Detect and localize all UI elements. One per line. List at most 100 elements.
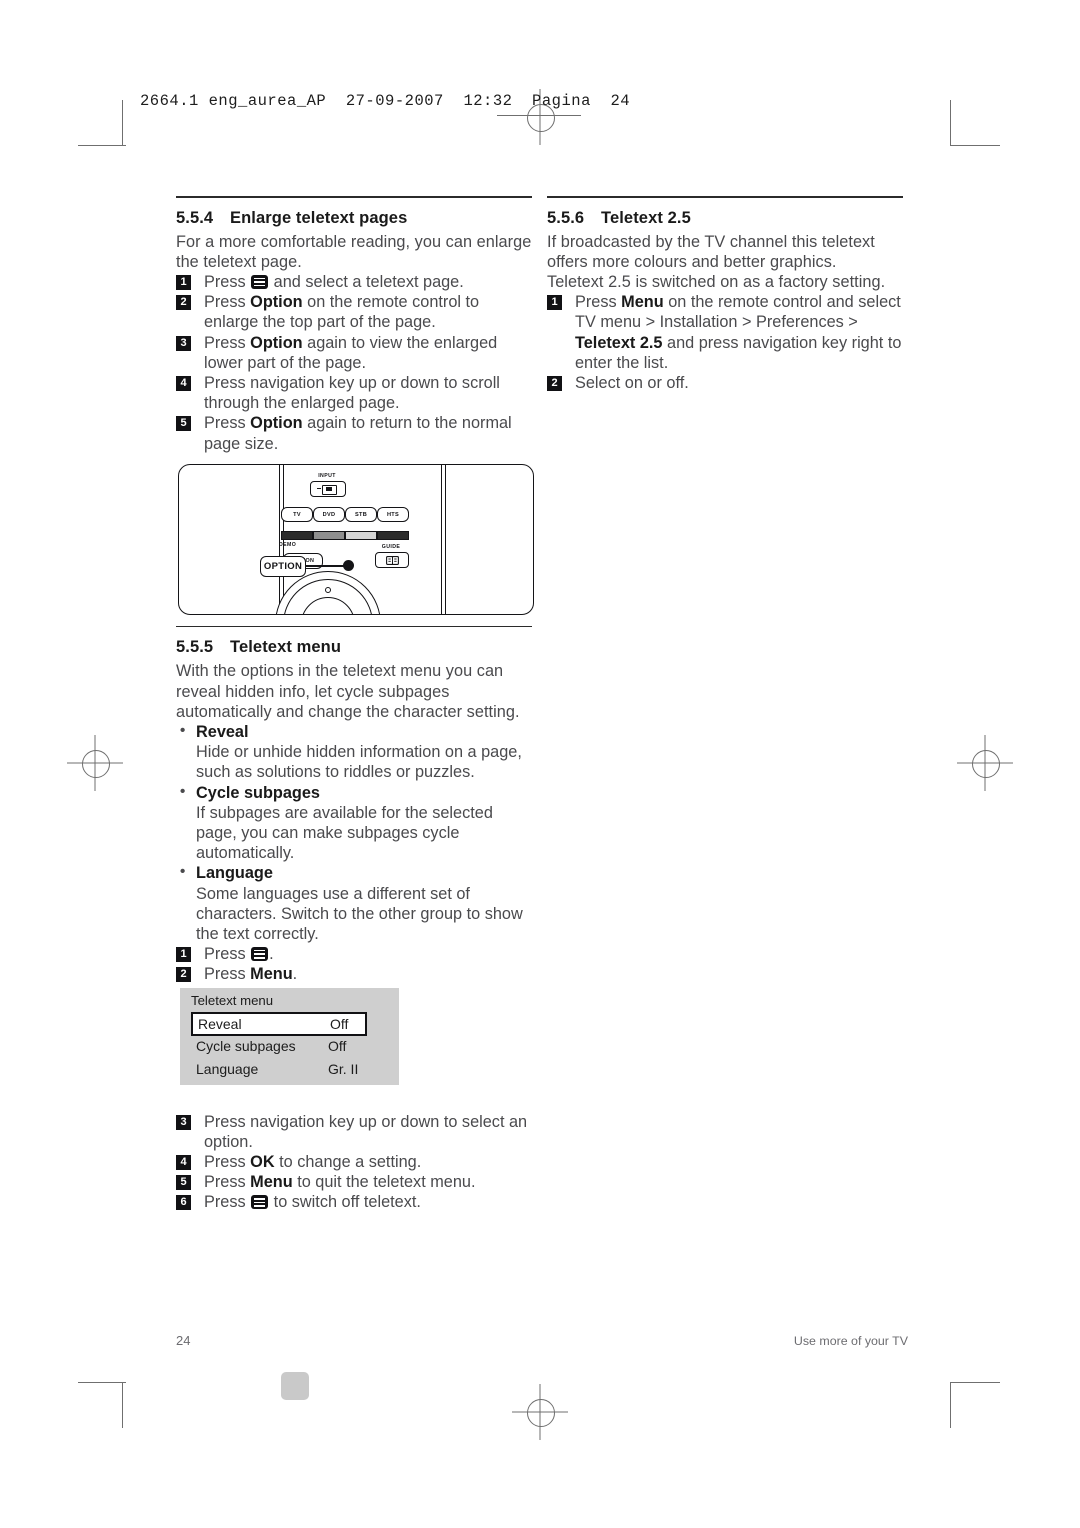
step-text-pre: Press bbox=[204, 293, 251, 312]
step-item: 1 Press and select a teletext page. bbox=[176, 272, 532, 292]
step-text-pre: Press bbox=[204, 1193, 251, 1212]
section-rule-556 bbox=[547, 196, 903, 198]
step-text-post: to change a setting. bbox=[274, 1153, 422, 1172]
osd-label: Cycle subpages bbox=[196, 1038, 296, 1054]
osd-row-language[interactable]: Language Gr. II bbox=[191, 1059, 365, 1080]
bullet-label: Reveal bbox=[176, 721, 532, 742]
guide-book-icon bbox=[385, 555, 399, 565]
demo-caption: DEMO bbox=[279, 542, 297, 548]
color-key-yellow[interactable] bbox=[345, 531, 377, 540]
remote-control-illustration: INPUT TV DVD STB HTS DEMO OPTION GUIDE bbox=[178, 464, 534, 615]
source-button-dvd[interactable]: DVD bbox=[313, 507, 345, 522]
guide-button-caption: GUIDE bbox=[381, 544, 401, 550]
step-text-post: to quit the teletext menu. bbox=[292, 1173, 476, 1192]
step-keyword: Option bbox=[250, 293, 303, 312]
step-number: 6 bbox=[176, 1195, 191, 1211]
step-number: 1 bbox=[547, 295, 562, 311]
step-item: 4 Press OK to change a setting. bbox=[176, 1152, 532, 1172]
crop-mark-top-left-vertical bbox=[122, 100, 123, 146]
callout-leader-dot bbox=[343, 560, 354, 571]
step-item: 1 Press Menu on the remote control and se… bbox=[547, 292, 903, 373]
step-text-pre: Select on or off. bbox=[575, 374, 689, 393]
osd-row-cycle-subpages[interactable]: Cycle subpages Off bbox=[191, 1036, 365, 1057]
input-source-icon bbox=[322, 484, 337, 495]
remote-divider-right-inner bbox=[441, 465, 443, 614]
teletext-icon bbox=[251, 275, 269, 289]
osd-value: Off bbox=[328, 1038, 347, 1054]
osd-row-reveal[interactable]: Reveal Off bbox=[191, 1012, 367, 1036]
guide-button[interactable] bbox=[375, 552, 409, 568]
section-title-556: Teletext 2.5 bbox=[601, 208, 691, 227]
section-number-555: 5.5.5 bbox=[176, 638, 214, 657]
crop-mark-bottom-left-vertical bbox=[122, 1382, 123, 1428]
step-text-pre: Press bbox=[204, 1153, 251, 1172]
step-number: 2 bbox=[176, 967, 191, 983]
osd-label: Language bbox=[196, 1061, 259, 1077]
osd-value: Off bbox=[330, 1016, 349, 1032]
input-button-caption: INPUT bbox=[318, 473, 336, 479]
source-button-stb[interactable]: STB bbox=[345, 507, 377, 522]
step-text-post: and select a teletext page. bbox=[269, 273, 464, 291]
step-number: 3 bbox=[176, 1114, 191, 1130]
crop-mark-top-right-horizontal bbox=[950, 145, 1000, 146]
step-item: 3 Press Option again to view the enlarged… bbox=[176, 333, 532, 373]
registration-mark-left bbox=[67, 735, 123, 791]
page-number: 24 bbox=[176, 1333, 191, 1348]
step-text-pre: Press bbox=[204, 414, 251, 433]
bullet-item: Cycle subpages If subpages are available… bbox=[176, 782, 532, 864]
right-column: 5.5.6 Teletext 2.5 If broadcasted by the … bbox=[547, 196, 903, 393]
source-button-hts[interactable]: HTS bbox=[377, 507, 409, 522]
step-keyword: Menu bbox=[250, 965, 293, 984]
teletext-icon bbox=[251, 1195, 269, 1210]
section-555-steps-top: 1 Press . 2 Press Menu. bbox=[176, 944, 532, 984]
step-keyword-teletext25: Teletext 2.5 bbox=[575, 333, 663, 352]
step-text-pre: Press bbox=[204, 945, 251, 964]
step-text-pre: Press navigation key up or down to selec… bbox=[204, 1112, 528, 1151]
section-number-556: 5.5.6 bbox=[547, 208, 585, 227]
step-number: 5 bbox=[176, 416, 191, 432]
color-key-blue[interactable] bbox=[377, 531, 409, 540]
teletext-icon bbox=[251, 947, 269, 962]
bullet-description: If subpages are available for the select… bbox=[196, 803, 493, 863]
crop-mark-bottom-right-horizontal bbox=[950, 1382, 1000, 1383]
bullet-item: Reveal Hide or unhide hidden information… bbox=[176, 721, 532, 783]
bullet-description: Hide or unhide hidden information on a p… bbox=[196, 743, 522, 782]
section-title-555: Teletext menu bbox=[230, 638, 342, 657]
section-554-steps: 1 Press and select a teletext page. 2 Pres… bbox=[176, 272, 532, 454]
step-item: 5 Press Menu to quit the teletext menu. bbox=[176, 1172, 532, 1192]
source-button-tv[interactable]: TV bbox=[281, 507, 313, 522]
print-slug-underline bbox=[497, 115, 581, 116]
step-keyword: Menu bbox=[250, 1173, 293, 1192]
section-556-steps: 1 Press Menu on the remote control and se… bbox=[547, 292, 903, 393]
step-item: 3 Press navigation key up or down to sele… bbox=[176, 1112, 532, 1152]
step-keyword: Option bbox=[250, 414, 303, 433]
section-554-intro: For a more comfortable reading, you can … bbox=[176, 232, 532, 271]
step-text-pre: Press bbox=[204, 273, 251, 291]
section-heading-556: 5.5.6 Teletext 2.5 bbox=[547, 209, 903, 228]
step-text-pre: Press bbox=[204, 1173, 251, 1192]
section-rule-555 bbox=[176, 625, 532, 628]
crop-mark-bottom-left-horizontal bbox=[78, 1382, 126, 1383]
section-rule-554 bbox=[176, 196, 532, 198]
section-555-intro: With the options in the teletext menu yo… bbox=[176, 662, 520, 721]
step-item: 4 Press navigation key up or down to scro… bbox=[176, 373, 532, 413]
color-key-green[interactable] bbox=[313, 531, 345, 540]
input-arrow-icon bbox=[317, 488, 321, 490]
step-number: 2 bbox=[176, 295, 191, 311]
step-number: 1 bbox=[176, 275, 191, 290]
input-button[interactable] bbox=[310, 481, 346, 497]
section-555-steps-bottom: 3 Press navigation key up or down to sele… bbox=[176, 1112, 532, 1213]
crop-mark-top-right-vertical bbox=[950, 100, 951, 146]
step-item: 6 Press to switch off teletext. bbox=[176, 1192, 532, 1212]
section-number-554: 5.5.4 bbox=[176, 208, 214, 227]
step-text-post: . bbox=[292, 965, 298, 984]
callout-leader-line bbox=[305, 565, 347, 567]
osd-title: Teletext menu bbox=[191, 993, 274, 1008]
bullet-description: Some languages use a different set of ch… bbox=[196, 884, 523, 944]
step-number: 1 bbox=[176, 947, 191, 963]
color-key-red[interactable] bbox=[281, 531, 313, 540]
step-text-post: . bbox=[269, 945, 274, 964]
registration-mark-right bbox=[957, 735, 1013, 791]
navigation-indicator-dot bbox=[325, 587, 331, 593]
crop-mark-bottom-right-vertical bbox=[950, 1382, 951, 1428]
